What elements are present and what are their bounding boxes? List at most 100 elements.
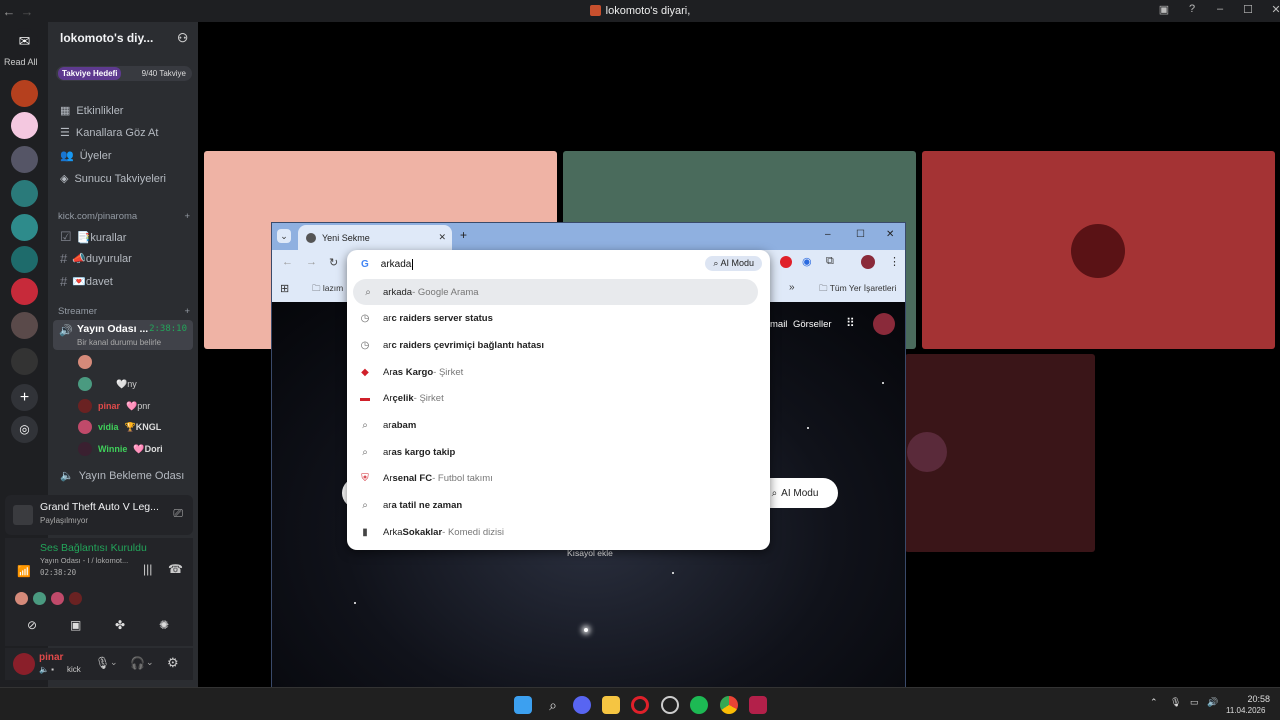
server-icon[interactable] [11,278,38,305]
network-icon[interactable]: ▭ [1190,697,1199,708]
activities-icon[interactable]: ✤ [115,618,125,632]
bookmarks-overflow-icon[interactable]: » [789,282,795,293]
noise-suppression-icon[interactable]: ||| [143,562,152,576]
close-button[interactable]: ✕ [1262,3,1280,16]
server-folder-icon[interactable] [11,312,38,339]
close-tab-icon[interactable]: ✕ [438,232,446,243]
omnibox-input[interactable]: arkada [381,259,412,270]
omnibox-suggestion[interactable]: ◆ Ar as Kargo - Şirket [347,359,770,385]
omnibox-suggestion[interactable]: ⌕ ar abam [347,413,770,439]
back-arrow-icon[interactable]: ← [282,256,293,268]
category-kick[interactable]: kick.com/pinaroma + [58,211,190,222]
server-folder-icon[interactable] [11,146,38,173]
voice-member[interactable]: Winnie 🩷Dori [78,442,163,456]
server-icon[interactable] [11,180,38,207]
profile-avatar[interactable] [861,255,875,269]
clock-date[interactable]: 11.04.2026 [1226,706,1265,715]
add-member-icon[interactable]: ⚇ [177,31,188,45]
forward-arrow-icon[interactable]: → [306,256,317,268]
voice-member[interactable]: vidia 🏆KNGL [78,420,161,434]
extension-icon[interactable]: ◉ [802,255,812,268]
menu-browse-channels[interactable]: ☰ Kanallara Göz At [60,126,158,140]
soundboard-icon[interactable]: ✺ [159,618,169,632]
tab-search-icon[interactable]: ⌄ [277,229,291,243]
opera-gx-icon[interactable] [631,696,649,714]
microphone-icon[interactable]: 🎙 [1170,697,1181,708]
chevron-down-icon[interactable]: ⌄ [110,657,118,668]
clock-time[interactable]: 20:58 [1240,694,1270,704]
voice-member[interactable]: pinar 🩷pnr [78,399,150,413]
add-channel-icon[interactable]: + [184,306,190,317]
apps-grid-icon[interactable]: ⊞ [280,282,289,295]
steam-icon[interactable] [661,696,679,714]
voice-channel-active[interactable]: 🔊 Yayın Odası ... 2:38:10 Bir kanal duru… [53,320,193,350]
voice-channel-status[interactable]: Bir kanal durumu belirle [77,338,161,347]
stream-tile[interactable] [905,354,1095,552]
tab-new-tab[interactable]: Yeni Sekme ✕ [298,225,452,250]
microphone-icon[interactable]: 🎙 [95,656,110,670]
headphones-icon[interactable]: 🎧 [130,656,145,670]
back-arrow-icon[interactable]: ← [0,4,18,19]
new-tab-button[interactable]: + [460,228,467,242]
server-header[interactable]: lokomoto's diy... ⚇ [48,22,198,54]
start-icon[interactable] [514,696,532,714]
forward-arrow-icon[interactable]: → [18,4,36,19]
voice-member[interactable] [78,355,98,369]
more-menu-icon[interactable]: ⋮ [889,255,900,268]
discord-icon[interactable] [573,696,591,714]
add-server-icon[interactable]: + [11,384,38,411]
omnibox-suggestion[interactable]: ⛨ Ar senal FC - Futbol takımı [347,466,770,492]
voice-channel-waiting[interactable]: 🔈 Yayın Bekleme Odası [60,469,184,483]
profile-avatar[interactable] [873,313,895,335]
omnibox-suggestion[interactable]: ▮ Arka Sokaklar - Komedi dizisi [347,519,770,545]
category-streamer[interactable]: Streamer + [58,306,190,317]
all-bookmarks-folder[interactable]: 🗀 Tüm Yer İşaretleri [819,283,896,297]
voice-status-channel[interactable]: Yayın Odası - I / lokomot... [40,556,128,565]
chrome-icon[interactable] [720,696,738,714]
google-apps-icon[interactable]: ⠿ [846,316,855,330]
add-channel-icon[interactable]: + [184,211,190,222]
channel-announcements[interactable]: # 📣duyurular [60,251,132,266]
settings-gear-icon[interactable]: ⚙ [167,655,179,671]
channel-invite[interactable]: # 💌davet [60,274,113,289]
close-button[interactable]: ✕ [886,229,894,240]
maximize-button[interactable]: ☐ [856,229,865,240]
gmail-link[interactable]: mail [770,319,787,330]
channel-rules[interactable]: ☑ 📑kurallar [60,229,126,245]
chevron-down-icon[interactable]: ⌄ [146,657,154,668]
omnibox-suggestion[interactable]: ◷ ar c raiders çevrimiçi bağlantı hatası [347,332,770,358]
menu-members[interactable]: 👥 Üyeler [60,149,112,163]
extensions-puzzle-icon[interactable]: ⧉ [826,255,834,268]
menu-events[interactable]: ▦ Etkinlikler [60,104,123,118]
screen-share-icon[interactable]: ▣ [70,618,81,632]
server-icon[interactable] [11,246,38,273]
ai-mode-chip[interactable]: ⌕ AI Modu [705,256,762,271]
omnibox-suggestion[interactable]: ⌕ arkada - Google Arama [353,279,758,305]
minimize-button[interactable]: – [1206,3,1234,16]
server-folder-icon[interactable] [11,348,38,375]
spotify-icon[interactable] [690,696,708,714]
voice-status-title[interactable]: Ses Bağlantısı Kuruldu [40,542,147,554]
help-icon[interactable]: ? [1178,3,1206,16]
read-all-button[interactable]: Read All [4,57,38,67]
avatar[interactable] [13,653,35,675]
server-icon[interactable] [11,80,38,107]
file-explorer-icon[interactable] [602,696,620,714]
chevron-up-icon[interactable]: ⌃ [1150,697,1158,708]
volume-icon[interactable]: 🔊 [1207,697,1218,708]
boost-goal-bar[interactable]: Takviye Hedefi 9/40 Takviye [56,66,192,81]
minimize-button[interactable]: – [825,229,831,240]
omnibox[interactable]: G arkada ⌕ AI Modu [347,250,770,278]
server-icon[interactable] [11,112,38,139]
explore-icon[interactable]: ◎ [11,416,38,443]
omnibox-suggestion[interactable]: ◷ ar c raiders server status [347,306,770,332]
stream-tile[interactable] [922,151,1275,349]
screen-share-icon[interactable]: ▣ [1150,3,1178,16]
omnibox-suggestion[interactable]: ⌕ ar a tatil ne zaman [347,493,770,519]
omnibox-suggestion[interactable]: ⌕ ar as kargo takip [347,439,770,465]
menu-server-boosts[interactable]: ◈ Sunucu Takviyeleri [60,172,166,186]
images-link[interactable]: Görseller [793,319,832,330]
search-icon[interactable]: ⌕ [544,696,562,714]
server-icon[interactable] [11,214,38,241]
maximize-button[interactable]: ☐ [1234,3,1262,16]
